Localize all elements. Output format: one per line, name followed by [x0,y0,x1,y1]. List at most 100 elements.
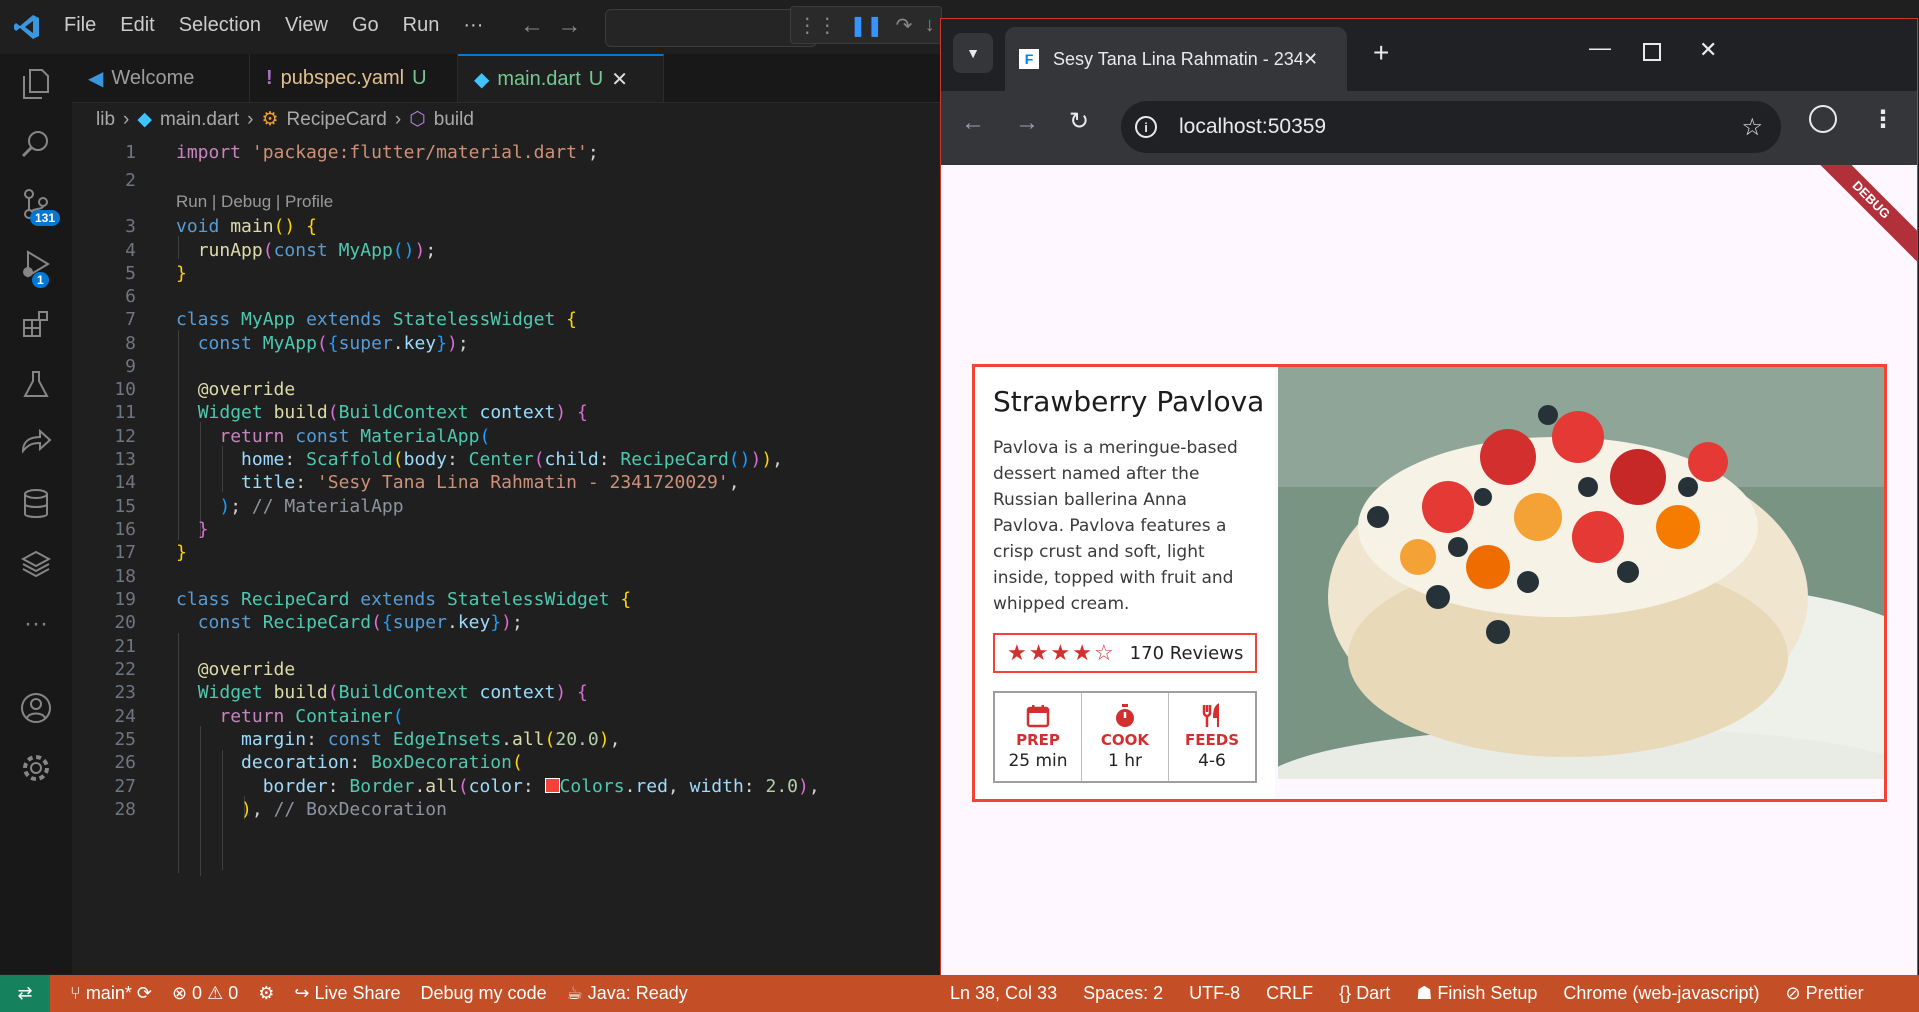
bookmark-star-icon[interactable]: ☆ [1741,113,1763,142]
tab-main-dart[interactable]: ◆ main.dart U ✕ [458,54,664,102]
profile-icon[interactable] [1809,105,1837,133]
star-outline-icon: ☆ [1093,640,1114,666]
line-number: 25 [114,729,136,750]
tab-welcome[interactable]: ◀ Welcome [72,54,250,102]
close-window-icon[interactable]: ✕ [1699,37,1717,63]
sync-icon[interactable]: ⟳ [137,983,152,1003]
end-of-line[interactable]: CRLF [1266,983,1313,1004]
tab-pubspec[interactable]: ! pubspec.yaml U [250,54,458,102]
recipe-description: Pavlova is a meringue-based dessert name… [993,438,1238,614]
reload-icon[interactable]: ↻ [1069,107,1089,136]
layers-icon[interactable] [0,534,72,594]
account-icon[interactable] [0,678,72,738]
search-icon[interactable] [0,114,72,174]
debug-target[interactable]: Chrome (web-javascript) [1563,983,1759,1004]
code-line-13: home: Scaffold(body: Center(child: Recip… [241,449,784,470]
pause-icon[interactable]: ❚❚ [850,13,884,38]
explorer-icon[interactable] [0,54,72,114]
close-tab-icon[interactable]: ✕ [1303,49,1318,70]
star-filled-icon: ★ [1028,640,1049,666]
remote-indicator-icon[interactable]: ⇄ [0,975,50,1012]
encoding[interactable]: UTF-8 [1189,983,1240,1004]
code-line-24: return Container( [219,706,404,727]
info-cook: COOK 1 hr [1082,693,1169,781]
star-filled-icon: ★ [1072,640,1092,666]
debug-banner: DEBUG [1799,165,1917,272]
prettier-status[interactable]: ⊘ Prettier [1785,983,1863,1004]
live-share-icon[interactable] [0,414,72,474]
forward-arrow-icon[interactable]: → [1015,109,1039,137]
line-number: 23 [114,682,136,703]
extensions-icon[interactable] [0,294,72,354]
java-label: Java: Ready [587,983,688,1003]
menu-more[interactable]: ··· [463,14,483,37]
pavlova-photo [1278,367,1884,779]
color-swatch-icon[interactable] [544,778,560,793]
info-label: COOK [1100,731,1150,749]
maximize-icon[interactable] [1643,43,1661,61]
menu-file[interactable]: File [64,14,96,37]
step-over-icon[interactable]: ↷ [896,13,913,38]
back-arrow-icon[interactable]: ← [961,109,985,137]
line-number: 6 [125,286,136,307]
breadcrumb-method[interactable]: build [434,109,474,131]
tab-label: pubspec.yaml [280,66,405,89]
git-branch[interactable]: ⑂ main* ⟳ [70,983,152,1004]
star-filled-icon: ★ [1007,640,1027,666]
settings-gear-icon[interactable] [0,738,72,798]
warning-count: 0 [228,983,239,1003]
line-number: 28 [114,799,136,820]
menu-edit[interactable]: Edit [120,14,154,37]
breadcrumb-class[interactable]: RecipeCard [287,109,387,131]
chevron-right-icon: › [394,108,402,130]
debug-icon[interactable]: ⚙ [258,983,274,1004]
source-control-icon[interactable]: 131 [0,174,72,234]
menu-view[interactable]: View [285,14,328,37]
menu-selection[interactable]: Selection [179,14,261,37]
live-share-label: Live Share [314,983,401,1003]
browser-title-bar: ▼ F Sesy Tana Lina Rahmatin - 2341 ✕ + —… [941,19,1917,91]
back-arrow-icon[interactable]: ← [520,12,544,39]
recipe-card: Strawberry Pavlova Pavlova is a meringue… [972,364,1887,802]
run-debug-icon[interactable]: 1 [0,234,72,294]
drag-handle-icon[interactable]: ⋮⋮ [797,13,837,38]
line-number: 10 [114,379,136,400]
cursor-position[interactable]: Ln 38, Col 33 [950,983,1057,1004]
tab-search-chevron-icon[interactable]: ▼ [953,33,993,73]
code-editor[interactable]: 1 2 3 4 5 6 7 8 9 10 11 12 13 14 15 16 1… [72,136,942,976]
code-line-4: runApp(const MyApp()); [197,240,437,261]
minimize-icon[interactable]: — [1589,35,1611,61]
line-number: 27 [114,776,136,797]
more-icon[interactable]: ··· [0,594,72,654]
problems-indicator[interactable]: ⊗ 0 ⚠ 0 [172,983,238,1004]
language-mode[interactable]: {} Dart [1339,983,1390,1004]
address-bar[interactable]: i localhost:50359 ☆ [1121,101,1781,153]
method-cube-icon: ⬡ [409,109,426,130]
status-left: ⇄ ⑂ main* ⟳ ⊗ 0 ⚠ 0 ⚙ ↪ Live Share Debug… [0,975,688,1012]
step-into-icon[interactable]: ↓ [925,14,935,37]
menu-run[interactable]: Run [403,14,440,37]
finish-setup[interactable]: ☗ Finish Setup [1416,983,1537,1004]
browser-tab[interactable]: F Sesy Tana Lina Rahmatin - 2341 ✕ [1005,27,1347,91]
live-share-status[interactable]: ↪ Live Share [294,983,400,1004]
breadcrumb-file[interactable]: main.dart [160,109,239,131]
testing-flask-icon[interactable] [0,354,72,414]
new-tab-icon[interactable]: + [1373,37,1389,69]
recipe-details-column: Strawberry Pavlova Pavlova is a meringue… [975,367,1275,799]
command-center[interactable] [605,9,817,47]
debug-my-code[interactable]: Debug my code [421,983,547,1004]
breadcrumb-folder[interactable]: lib [96,109,115,131]
chrome-menu-icon[interactable]: ⋮ [1871,105,1895,134]
codelens[interactable]: Run | Debug | Profile [176,192,333,212]
forward-arrow-icon[interactable]: → [557,12,581,39]
indentation[interactable]: Spaces: 2 [1083,983,1163,1004]
close-icon[interactable]: ✕ [611,67,628,92]
line-number: 1 [125,142,136,163]
flutter-favicon-icon: F [1019,49,1039,69]
menu-go[interactable]: Go [352,14,379,37]
site-info-icon[interactable]: i [1135,116,1157,138]
url-text: localhost:50359 [1179,115,1327,138]
java-status[interactable]: ☕ Java: Ready [567,983,688,1004]
inline-comment: // BoxDecoration [273,799,447,820]
database-icon[interactable] [0,474,72,534]
